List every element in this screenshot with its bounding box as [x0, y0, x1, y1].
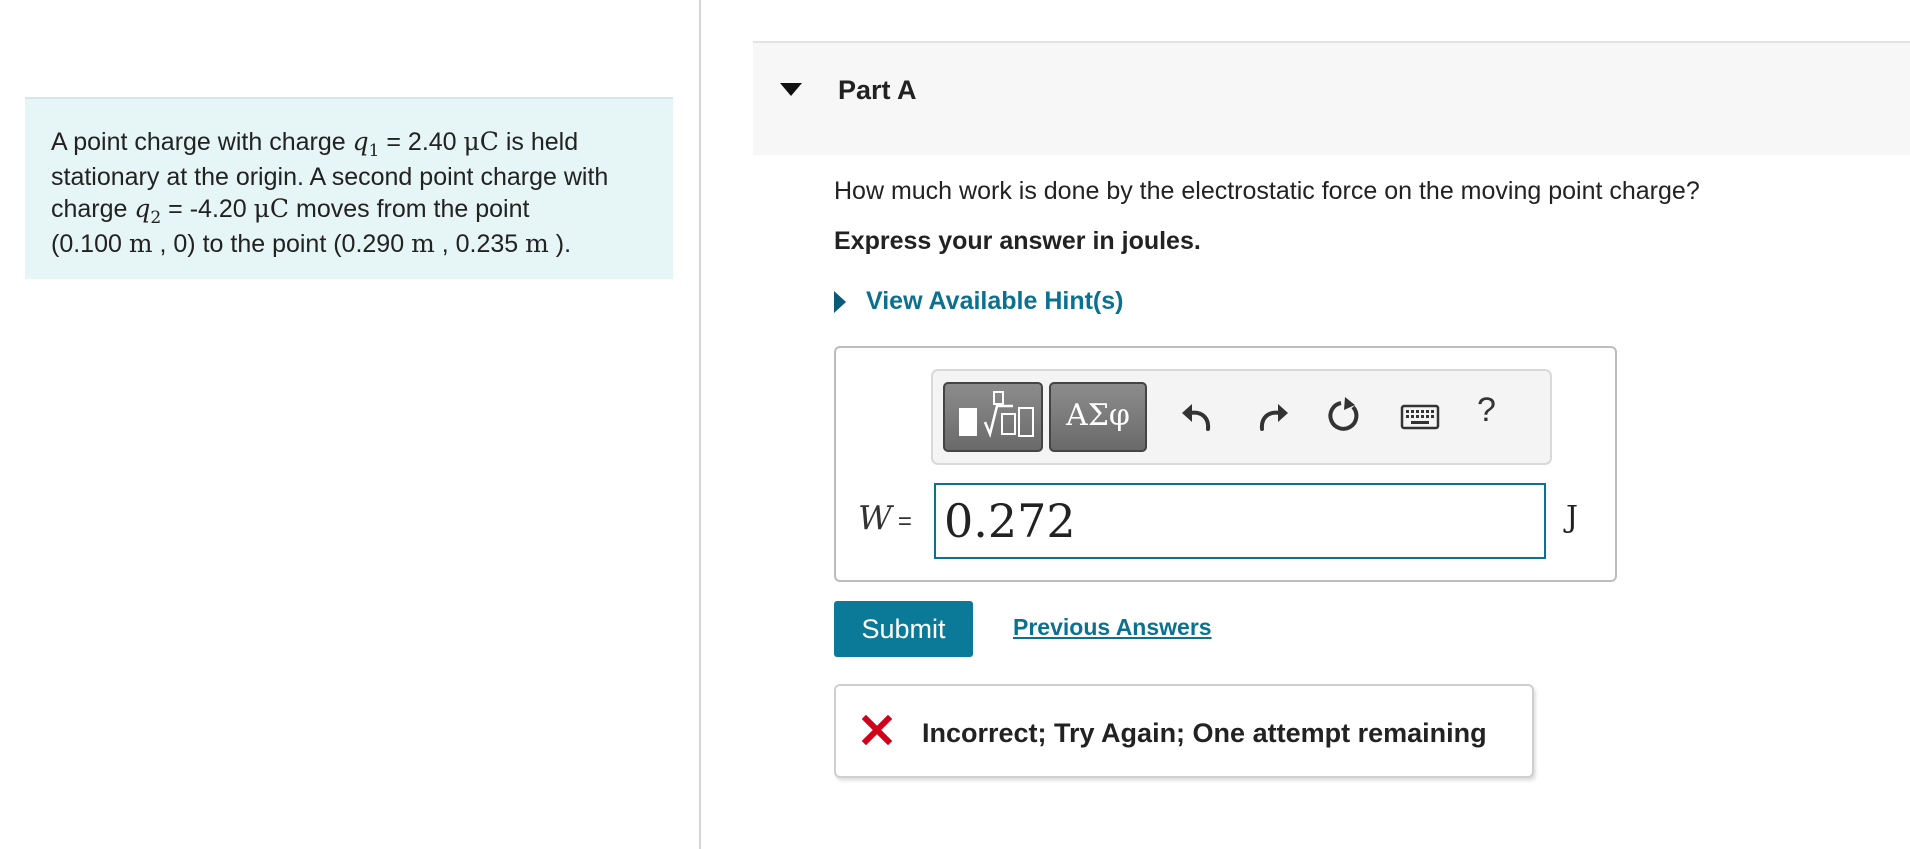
reset-icon[interactable] — [1324, 396, 1364, 436]
expand-arrow-icon — [834, 290, 846, 313]
templates-icon — [959, 391, 1034, 438]
help-button[interactable]: ? — [1477, 391, 1496, 430]
answer-instruction: Express your answer in joules. — [834, 227, 1201, 255]
feedback-message: Incorrect; Try Again; One attempt remain… — [834, 684, 1534, 778]
problem-line-2: stationary at the origin. A second point… — [51, 163, 609, 191]
q1-unit: μC — [463, 127, 499, 156]
problem-line-4: (0.100 m , 0) to the point (0.290 m , 0.… — [51, 229, 572, 258]
view-hints-label[interactable]: View Available Hint(s) — [866, 287, 1123, 316]
greek-symbols-button[interactable]: ΑΣφ — [1049, 382, 1147, 452]
feedback-text: Incorrect; Try Again; One attempt remain… — [922, 718, 1487, 748]
part-a-header[interactable]: Part A — [753, 41, 1910, 155]
answer-variable-label: W = — [858, 498, 912, 537]
keyboard-icon[interactable] — [1399, 396, 1441, 436]
math-toolbar: ΑΣφ ? — [931, 369, 1552, 465]
answer-box: ΑΣφ ? W = 0.272 J — [834, 346, 1617, 582]
problem-statement: A point charge with charge q1 = 2.40 μC … — [25, 97, 673, 279]
problem-line-3: charge q2 = -4.20 μC moves from the poin… — [51, 194, 530, 228]
answer-input[interactable]: 0.272 — [934, 483, 1546, 559]
redo-icon[interactable] — [1252, 396, 1292, 436]
templates-button[interactable] — [943, 382, 1043, 452]
problem-line-1: A point charge with charge q1 = 2.40 μC … — [51, 127, 579, 161]
x-icon — [862, 715, 892, 745]
view-hints-toggle[interactable]: View Available Hint(s) — [834, 287, 1123, 316]
collapse-arrow-icon[interactable] — [780, 83, 802, 96]
question-text: How much work is done by the electrostat… — [834, 177, 1700, 205]
pane-divider — [699, 0, 701, 849]
answer-unit: J — [1566, 500, 1579, 535]
q2-unit: μC — [253, 194, 290, 223]
q1-symbol: q1 — [352, 127, 380, 161]
q2-symbol: q2 — [134, 194, 162, 228]
part-title: Part A — [838, 75, 917, 105]
submit-button[interactable]: Submit — [834, 601, 973, 657]
undo-icon[interactable] — [1178, 396, 1218, 436]
previous-answers-link[interactable]: Previous Answers — [1013, 614, 1212, 641]
